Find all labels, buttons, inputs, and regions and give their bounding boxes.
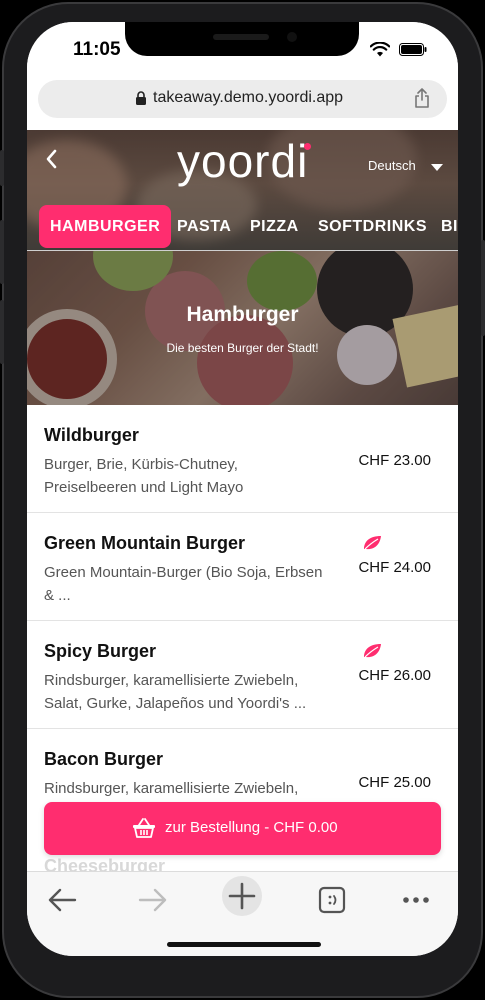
item-description: Rindsburger, karamellisierte Zwiebeln, S… xyxy=(44,672,307,712)
item-description: Burger, Brie, Kürbis-Chutney, Preiselbee… xyxy=(44,456,244,496)
brand-logo: yoordi xyxy=(177,135,309,187)
language-selector[interactable]: Deutsch xyxy=(368,158,416,173)
banner-overlay xyxy=(27,251,458,405)
address-bar[interactable]: takeaway.demo.yoordi.app xyxy=(38,80,447,118)
status-time: 11:05 xyxy=(73,39,121,60)
leaf-icon xyxy=(364,536,381,550)
category-tabs: HAMBURGER PASTA PIZZA SOFTDRINKS BI xyxy=(27,202,458,250)
plus-icon[interactable] xyxy=(222,876,262,916)
item-price: CHF 25.00 xyxy=(358,774,431,791)
share-icon[interactable] xyxy=(413,88,431,108)
url-text[interactable]: takeaway.demo.yoordi.app xyxy=(153,89,343,107)
order-button[interactable]: zur Bestellung - CHF 0.00 xyxy=(44,802,441,855)
category-subtitle: Die besten Burger der Stadt! xyxy=(166,341,319,355)
wifi-icon xyxy=(370,42,390,57)
menu-item[interactable]: Wildburger Burger, Brie, Kürbis-Chutney,… xyxy=(27,405,458,513)
item-name: Green Mountain Burger xyxy=(44,533,246,553)
order-button-label: zur Bestellung - CHF 0.00 xyxy=(165,819,338,836)
item-price: CHF 24.00 xyxy=(358,559,431,576)
category-banner: Hamburger Die besten Burger der Stadt! xyxy=(27,251,458,405)
category-title: Hamburger xyxy=(186,303,299,326)
volume-up-button xyxy=(0,220,4,284)
item-description: Rindsburger, karamellisierte Zwiebeln, xyxy=(44,780,299,797)
tab-softdrinks[interactable]: SOFTDRINKS xyxy=(307,205,438,248)
more-icon[interactable] xyxy=(396,880,436,920)
item-name: Wildburger xyxy=(44,425,139,445)
item-price: CHF 23.00 xyxy=(358,452,431,469)
browser-toolbar xyxy=(27,871,458,956)
phone-screen: 11:05 takeaway.demo.yoordi.app yoordi De… xyxy=(27,22,458,956)
front-camera xyxy=(287,32,297,42)
item-name: Bacon Burger xyxy=(44,749,164,769)
tab-pasta[interactable]: PASTA xyxy=(166,205,242,248)
caret-down-icon[interactable] xyxy=(431,164,443,171)
tabs-icon[interactable] xyxy=(312,880,352,920)
battery-icon xyxy=(399,43,427,56)
power-button xyxy=(481,240,485,336)
item-name: Spicy Burger xyxy=(44,641,157,661)
forward-arrow-icon[interactable] xyxy=(132,880,172,920)
menu-item[interactable]: Green Mountain Burger Green Mountain-Bur… xyxy=(27,513,458,621)
lock-icon xyxy=(136,91,146,105)
speaker-grille xyxy=(213,34,269,40)
home-indicator[interactable] xyxy=(167,942,321,947)
back-arrow-icon[interactable] xyxy=(43,880,83,920)
leaf-icon xyxy=(364,644,381,658)
back-icon[interactable] xyxy=(43,148,59,170)
tab-hamburger[interactable]: HAMBURGER xyxy=(39,205,172,248)
tab-bier[interactable]: BI xyxy=(430,205,458,248)
volume-down-button xyxy=(0,300,4,364)
brand-logo-dot xyxy=(304,143,311,150)
item-price: CHF 26.00 xyxy=(358,667,431,684)
mute-switch xyxy=(0,150,4,186)
basket-icon xyxy=(133,818,155,838)
item-description: Green Mountain-Burger (Bio Soja, Erbsen … xyxy=(44,564,323,604)
tab-pizza[interactable]: PIZZA xyxy=(239,205,310,248)
restaurant-header: yoordi Deutsch HAMBURGER PASTA PIZZA SOF… xyxy=(27,130,458,250)
notch xyxy=(125,22,359,56)
menu-item[interactable]: Spicy Burger Rindsburger, karamellisiert… xyxy=(27,621,458,729)
